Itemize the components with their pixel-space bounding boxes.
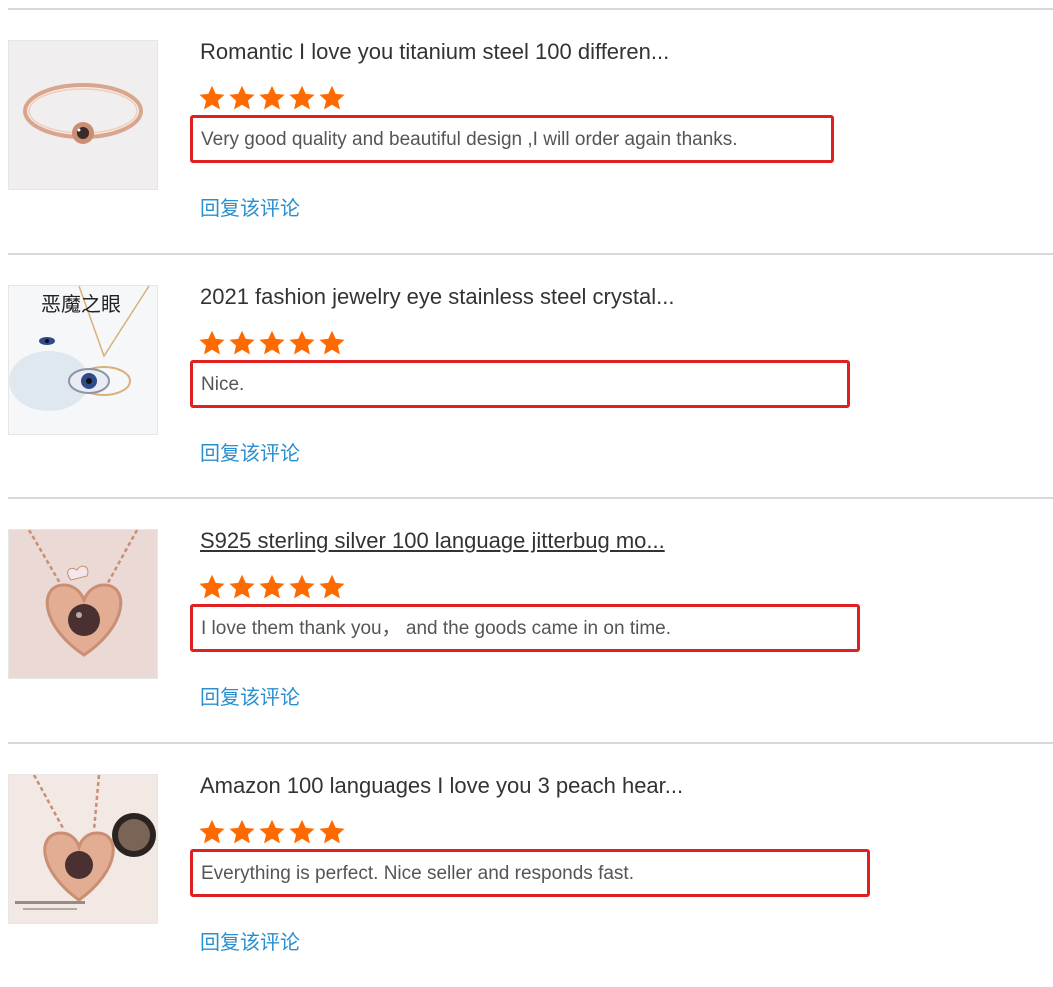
star-icon xyxy=(319,819,345,844)
star-icon xyxy=(289,574,315,599)
star-icon xyxy=(289,819,315,844)
star-icon xyxy=(199,85,225,110)
star-icon xyxy=(259,330,285,355)
star-icon xyxy=(319,330,345,355)
star-rating xyxy=(198,329,346,359)
star-rating xyxy=(198,818,346,848)
star-icon xyxy=(319,85,345,110)
review-item: S925 sterling silver 100 language jitter… xyxy=(0,497,1053,742)
star-icon xyxy=(289,330,315,355)
evil-eye-necklace-image[interactable]: 恶魔之眼 xyxy=(8,285,158,435)
star-icon xyxy=(199,574,225,599)
star-rating xyxy=(198,84,346,114)
star-icon xyxy=(289,85,315,110)
star-icon xyxy=(199,819,225,844)
product-title[interactable]: Amazon 100 languages I love you 3 peach … xyxy=(200,773,720,799)
comment-highlight: Very good quality and beautiful design ,… xyxy=(190,115,834,163)
review-item: 恶魔之眼 2021 fashion jewelry eye stainless … xyxy=(0,253,1053,498)
review-item: Romantic I love you titanium steel 100 d… xyxy=(0,8,1053,253)
star-icon xyxy=(229,330,255,355)
star-icon xyxy=(259,819,285,844)
review-comment: Everything is perfect. Nice seller and r… xyxy=(201,863,634,884)
star-icon xyxy=(229,819,255,844)
bangle-bracelet-image[interactable] xyxy=(8,40,158,190)
star-icon xyxy=(229,574,255,599)
star-icon xyxy=(319,574,345,599)
heart-pendant-image[interactable] xyxy=(8,529,158,679)
reply-link[interactable]: 回复该评论 xyxy=(200,684,300,710)
review-item: Amazon 100 languages I love you 3 peach … xyxy=(0,742,1053,987)
product-title[interactable]: S925 sterling silver 100 language jitter… xyxy=(200,528,720,554)
star-icon xyxy=(259,85,285,110)
thumb-text: 恶魔之眼 xyxy=(41,292,121,316)
star-rating xyxy=(198,573,346,603)
product-title[interactable]: Romantic I love you titanium steel 100 d… xyxy=(200,39,720,65)
star-icon xyxy=(229,85,255,110)
comment-highlight: I love them thank you， and the goods cam… xyxy=(190,604,860,652)
review-comment: Nice. xyxy=(201,374,245,395)
star-icon xyxy=(199,330,225,355)
product-title[interactable]: 2021 fashion jewelry eye stainless steel… xyxy=(200,284,720,310)
star-icon xyxy=(259,574,285,599)
review-comment: I love them thank you， and the goods cam… xyxy=(201,618,671,639)
reply-link[interactable]: 回复该评论 xyxy=(200,195,300,221)
heart-necklace-projection-image[interactable] xyxy=(8,774,158,924)
reply-link[interactable]: 回复该评论 xyxy=(200,440,300,466)
comment-highlight: Nice. xyxy=(190,360,850,408)
review-comment: Very good quality and beautiful design ,… xyxy=(201,129,738,150)
reply-link[interactable]: 回复该评论 xyxy=(200,929,300,955)
comment-highlight: Everything is perfect. Nice seller and r… xyxy=(190,849,870,897)
